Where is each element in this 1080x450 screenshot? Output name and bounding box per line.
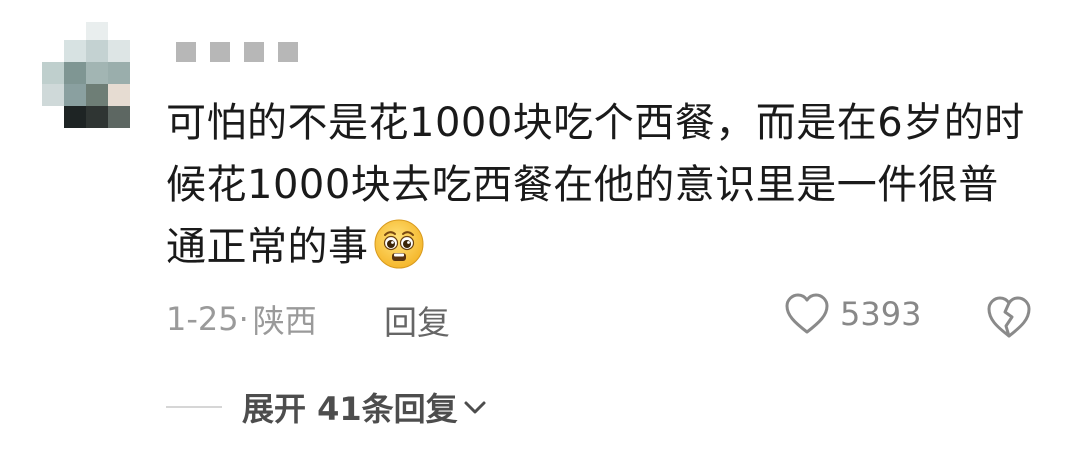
username-redacted[interactable]	[176, 42, 298, 62]
redaction-block	[278, 42, 298, 62]
expand-replies-label: 展开 41条回复	[242, 390, 458, 428]
dislike-button[interactable]	[986, 294, 1032, 340]
comment-line: 候花1000块去吃西餐在他的意识里是一件很普	[166, 162, 999, 208]
comment-text: 可怕的不是花1000块吃个西餐，而是在6岁的时 候花1000块去吃西餐在他的意识…	[166, 92, 1046, 278]
redaction-block	[176, 42, 196, 62]
like-button[interactable]: 5393	[784, 292, 921, 336]
comment-line: 可怕的不是花1000块吃个西餐，而是在6岁的时	[166, 100, 1025, 146]
comment-line-text: 通正常的事	[166, 224, 369, 270]
redaction-block	[244, 42, 264, 62]
comment-meta: 1-25· 陕西	[166, 296, 317, 342]
comment-location: 陕西	[252, 302, 317, 340]
redaction-block	[210, 42, 230, 62]
heart-outline-icon	[785, 293, 829, 334]
avatar[interactable]	[42, 22, 138, 132]
pleading-face-emoji-icon	[374, 219, 423, 269]
reply-button[interactable]: 回复	[384, 296, 450, 344]
like-count: 5393	[840, 295, 922, 333]
divider-line	[166, 406, 222, 408]
comment-line: 通正常的事	[166, 216, 1046, 278]
chevron-down-icon	[464, 401, 486, 414]
comment-date: 1-25·	[166, 300, 249, 338]
broken-heart-icon	[987, 296, 1031, 338]
expand-replies-button[interactable]: 展开 41条回复	[166, 384, 488, 430]
